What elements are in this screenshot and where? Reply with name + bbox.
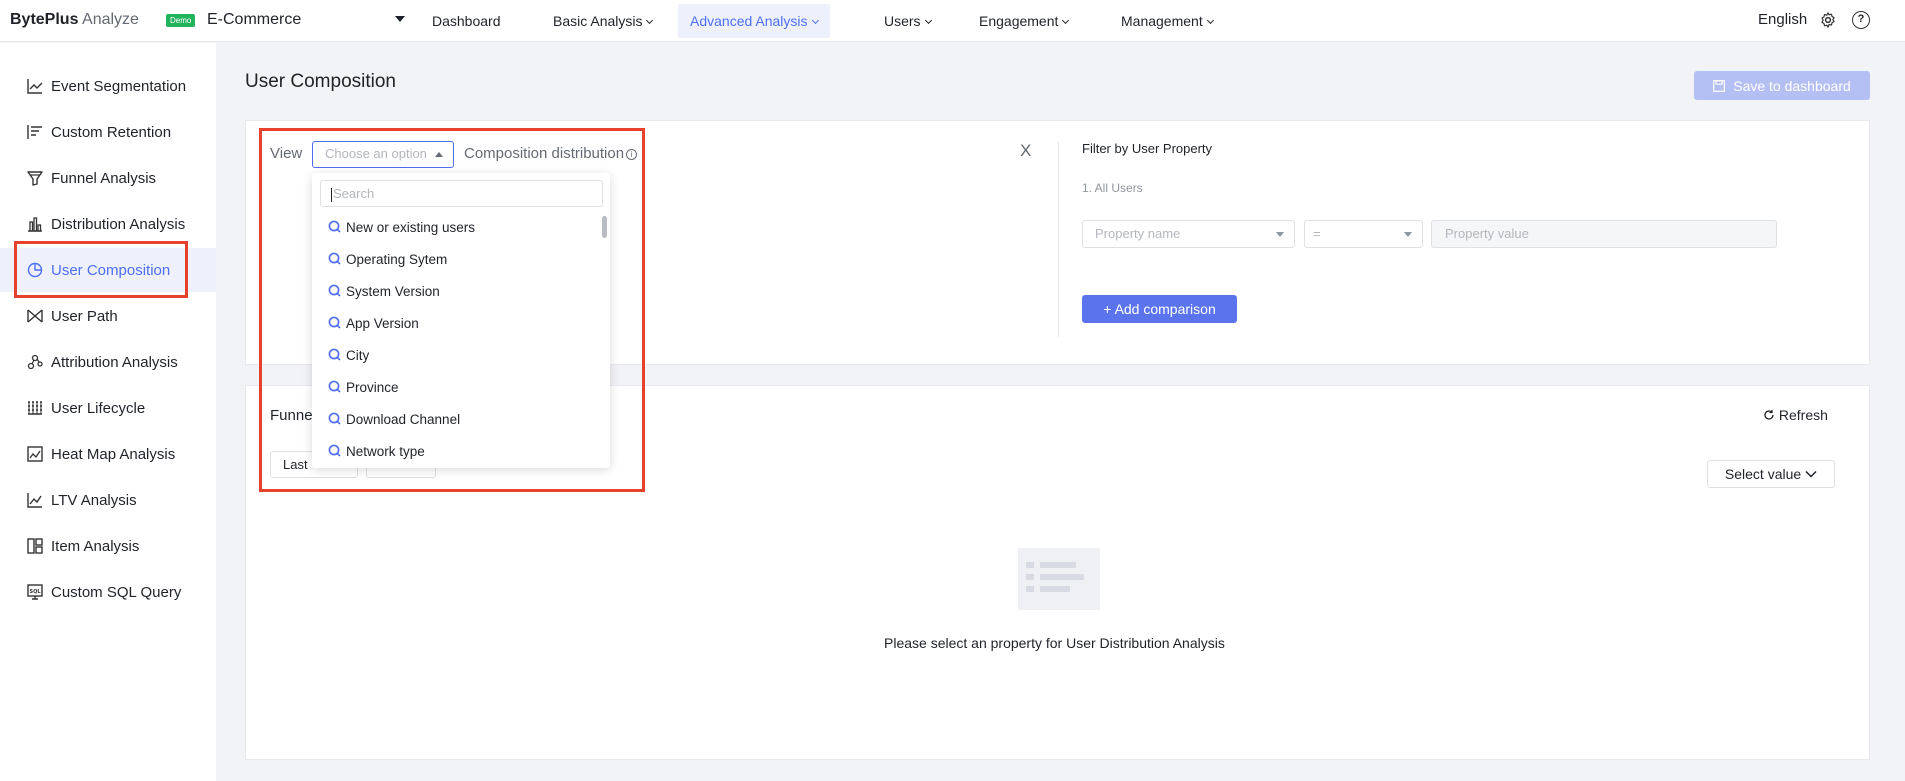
brand-product: Analyze [78,11,139,28]
page-title: User Composition [245,71,396,92]
nav-users[interactable]: Users [872,0,943,42]
empty-state-message: Please select an property for User Distr… [884,635,1225,651]
nav-label: Users [884,13,921,29]
refresh-icon [1764,410,1774,420]
path-icon [27,309,43,323]
svg-text:SQL: SQL [29,589,41,595]
nav-advanced-analysis[interactable]: Advanced Analysis [678,4,830,38]
sidebar-item-label: Event Segmentation [51,77,187,95]
sidebar-item-label: Custom SQL Query [51,583,182,601]
operator-select[interactable]: = [1304,220,1423,248]
operator-value: = [1313,226,1321,241]
save-label: Save to dashboard [1733,77,1851,94]
close-icon[interactable]: X [1020,141,1031,161]
sidebar-item-label: Custom Retention [51,123,172,141]
sidebar-item-label: User Lifecycle [51,399,146,417]
brand-name: BytePlus [10,11,79,28]
chevron-down-icon [924,16,932,25]
save-icon [1713,79,1726,92]
sidebar-item-distribution-analysis[interactable]: Distribution Analysis [0,202,216,246]
sidebar-item-event-segmentation[interactable]: Event Segmentation [0,64,216,108]
sidebar-item-label: Funnel Analysis [51,169,157,187]
sidebar-item-label: Attribution Analysis [51,353,178,371]
gear-icon[interactable] [1819,11,1837,29]
bar-chart-icon [28,217,42,232]
nav-management[interactable]: Management [1109,0,1225,42]
heatmap-icon [27,446,43,462]
sidebar-item-custom-retention[interactable]: Custom Retention [0,110,216,154]
sidebar-item-label: User Path [51,307,118,325]
plus-icon: + [1103,301,1115,317]
sidebar-item-label: Heat Map Analysis [51,445,176,463]
sidebar-item-item-analysis[interactable]: Item Analysis [0,524,216,568]
divider [1058,142,1059,337]
refresh-button[interactable]: Refresh [1763,407,1828,423]
save-to-dashboard-button[interactable]: Save to dashboard [1694,71,1870,100]
nav-label: Advanced Analysis [690,13,808,29]
sidebar-item-user-lifecycle[interactable]: User Lifecycle [0,386,216,430]
chevron-down-icon [1062,16,1070,25]
nav-label: Engagement [979,13,1059,29]
chevron-down-icon [811,16,819,25]
demo-badge: Demo [166,14,196,27]
sidebar-item-attribution-analysis[interactable]: Attribution Analysis [0,340,216,384]
select-value-dropdown[interactable]: Select value [1707,460,1835,488]
property-name-placeholder: Property name [1095,226,1181,241]
chevron-down-icon [1805,470,1817,478]
caret-down-icon [1276,232,1284,237]
empty-state-illustration [1018,548,1100,610]
sidebar-item-label: Item Analysis [51,537,140,555]
all-users-label: 1. All Users [1082,181,1143,195]
line-chart-icon [27,79,43,94]
sidebar-item-funnel-analysis[interactable]: Funnel Analysis [0,156,216,200]
nav-dashboard[interactable]: Dashboard [420,0,513,42]
retention-icon [27,125,42,139]
caret-down-icon [1404,232,1412,237]
nav-basic-analysis[interactable]: Basic Analysis [541,0,664,42]
highlight-box-dropdown [259,128,645,492]
refresh-label: Refresh [1778,407,1828,423]
project-selector[interactable]: E-Commerce [207,11,301,29]
sidebar-item-label: Distribution Analysis [51,215,186,233]
nav-label: Basic Analysis [553,13,643,29]
chevron-down-icon [646,16,654,25]
highlight-box-sidebar [14,241,188,298]
filter-title: Filter by User Property [1082,141,1213,156]
sidebar-item-label: LTV Analysis [51,491,137,509]
item-icon [27,538,43,554]
add-comparison-label: Add comparison [1114,301,1216,317]
top-navigation-bar: BytePlus Analyze Demo E-Commerce Dashboa… [0,0,1905,42]
sidebar-item-ltv-analysis[interactable]: LTV Analysis [0,478,216,522]
property-value-input[interactable]: Property value [1431,220,1777,248]
add-comparison-button[interactable]: + Add comparison [1082,295,1237,323]
lifecycle-icon [28,401,42,415]
property-name-select[interactable]: Property name [1082,220,1295,248]
nav-label: Dashboard [432,13,501,29]
sidebar-item-user-path[interactable]: User Path [0,294,216,338]
funnel-icon [27,171,43,186]
sidebar-item-heat-map-analysis[interactable]: Heat Map Analysis [0,432,216,476]
sidebar-item-custom-sql-query[interactable]: SQL Custom SQL Query [0,570,216,614]
ltv-icon [27,493,42,508]
sql-icon: SQL [27,584,43,600]
nav-engagement[interactable]: Engagement [967,0,1080,42]
attribution-icon [27,354,43,370]
help-icon[interactable]: ? [1852,11,1870,29]
nav-label: Management [1121,13,1203,29]
chevron-down-icon [1206,16,1214,25]
sidebar: Event Segmentation Custom Retention Funn… [0,43,216,781]
select-value-label: Select value [1724,466,1802,482]
caret-down-icon[interactable] [395,16,405,22]
language-selector[interactable]: English [1758,11,1807,28]
brand-logo[interactable]: BytePlus Analyze [10,11,139,29]
